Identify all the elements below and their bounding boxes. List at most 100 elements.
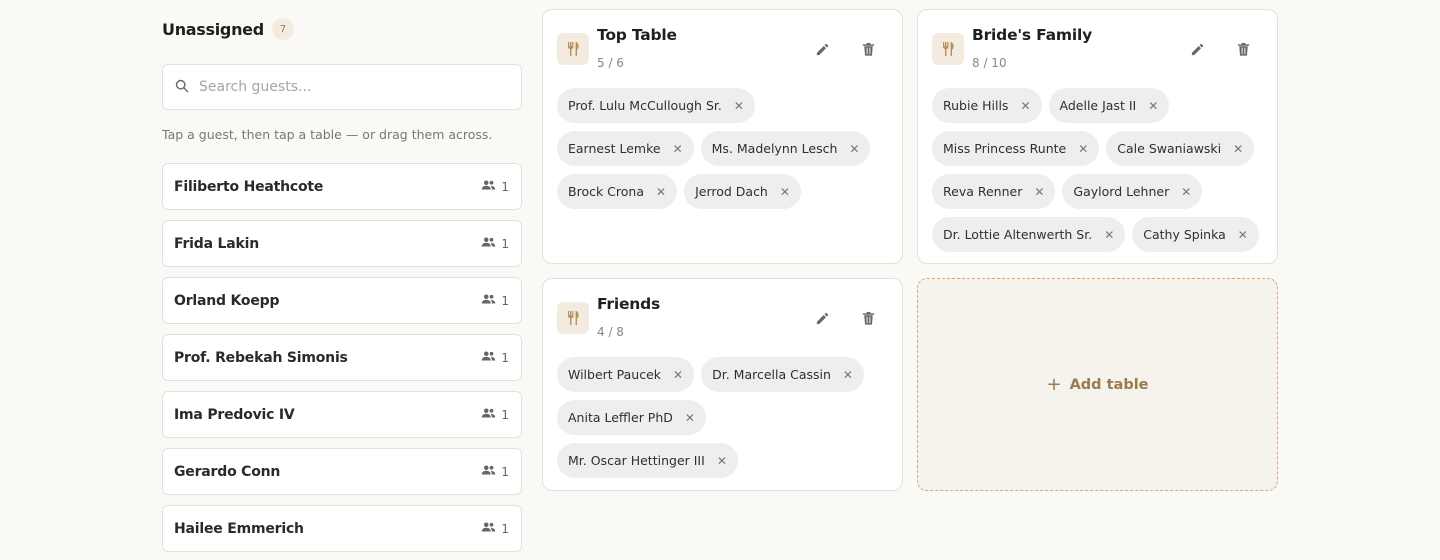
people-icon (481, 236, 496, 251)
party-size: 1 (481, 350, 509, 365)
guest-row[interactable]: Frida Lakin 1 (162, 220, 522, 267)
table-name: Friends (597, 295, 661, 313)
seated-guest-name: Mr. Oscar Hettinger III (568, 453, 705, 468)
seated-guests: Rubie Hills ✕ Adelle Jast II ✕ Miss Princess… (932, 88, 1263, 252)
seated-guest-chip[interactable]: Brock Crona ✕ (557, 174, 678, 209)
close-icon[interactable]: ✕ (673, 369, 683, 381)
close-icon[interactable]: ✕ (1078, 143, 1088, 155)
guest-name: Hailee Emmerich (174, 520, 304, 537)
unassigned-header: Unassigned 7 (162, 18, 294, 40)
table-card-friends[interactable]: Friends 4 / 8 Wilbert Paucek ✕ Dr. Marcella … (542, 278, 903, 491)
seated-guest-chip[interactable]: Dr. Marcella Cassin ✕ (701, 357, 864, 392)
hint-text: Tap a guest, then tap a table — or drag … (162, 127, 493, 142)
close-icon[interactable]: ✕ (1233, 143, 1243, 155)
seated-guest-chip[interactable]: Rubie Hills ✕ (932, 88, 1042, 123)
seated-guest-name: Jerrod Dach (695, 184, 768, 199)
seated-guest-name: Gaylord Lehner (1073, 184, 1170, 199)
trash-icon[interactable] (859, 40, 877, 58)
guest-name: Orland Koepp (174, 292, 280, 309)
close-icon[interactable]: ✕ (849, 143, 859, 155)
table-card-brides-family[interactable]: Bride's Family 8 / 10 Rubie Hills ✕ Adelle J… (917, 9, 1278, 264)
seated-guest-chip[interactable]: Wilbert Paucek ✕ (557, 357, 695, 392)
guest-name: Prof. Rebekah Simonis (174, 349, 348, 366)
close-icon[interactable]: ✕ (1020, 100, 1030, 112)
guest-row[interactable]: Ima Predovic IV 1 (162, 391, 522, 438)
party-count: 1 (501, 464, 509, 479)
close-icon[interactable]: ✕ (685, 412, 695, 424)
guest-row[interactable]: Gerardo Conn 1 (162, 448, 522, 495)
seated-guests: Prof. Lulu McCullough Sr. ✕ Earnest Lemke ✕… (557, 88, 888, 209)
close-icon[interactable]: ✕ (843, 369, 853, 381)
people-icon (481, 293, 496, 308)
seated-guest-chip[interactable]: Cathy Spinka ✕ (1132, 217, 1259, 252)
table-name: Bride's Family (972, 26, 1092, 44)
close-icon[interactable]: ✕ (1148, 100, 1158, 112)
seated-guest-name: Dr. Marcella Cassin (712, 367, 831, 382)
seated-guest-name: Brock Crona (568, 184, 644, 199)
pencil-icon[interactable] (813, 40, 831, 58)
seated-guest-chip[interactable]: Gaylord Lehner ✕ (1062, 174, 1203, 209)
trash-icon[interactable] (1234, 40, 1252, 58)
party-count: 1 (501, 521, 509, 536)
seated-guest-name: Adelle Jast II (1059, 98, 1137, 113)
guest-list: Filiberto Heathcote 1 Frida Lakin 1 Orland K… (162, 163, 522, 560)
seated-guest-name: Reva Renner (943, 184, 1023, 199)
seated-guest-chip[interactable]: Miss Princess Runte ✕ (932, 131, 1100, 166)
party-size: 1 (481, 293, 509, 308)
table-capacity: 5 / 6 (597, 56, 624, 70)
party-size: 1 (481, 464, 509, 479)
guest-row[interactable]: Filiberto Heathcote 1 (162, 163, 522, 210)
guest-name: Ima Predovic IV (174, 406, 295, 423)
close-icon[interactable]: ✕ (734, 100, 744, 112)
seated-guest-chip[interactable]: Ms. Madelynn Lesch ✕ (700, 131, 871, 166)
seated-guest-name: Earnest Lemke (568, 141, 661, 156)
party-count: 1 (501, 407, 509, 422)
people-icon (481, 521, 496, 536)
plus-icon: + (1046, 373, 1062, 395)
guest-name: Frida Lakin (174, 235, 259, 252)
seated-guest-chip[interactable]: Jerrod Dach ✕ (684, 174, 801, 209)
close-icon[interactable]: ✕ (656, 186, 666, 198)
seated-guest-name: Anita Leffler PhD (568, 410, 673, 425)
party-count: 1 (501, 179, 509, 194)
guest-row[interactable]: Prof. Rebekah Simonis 1 (162, 334, 522, 381)
utensils-icon (557, 33, 589, 65)
add-table-button[interactable]: + Add table (917, 278, 1278, 491)
utensils-icon (932, 33, 964, 65)
seated-guest-name: Miss Princess Runte (943, 141, 1067, 156)
close-icon[interactable]: ✕ (1238, 229, 1248, 241)
guest-row[interactable]: Orland Koepp 1 (162, 277, 522, 324)
search-box[interactable] (162, 64, 522, 110)
seated-guest-name: Rubie Hills (943, 98, 1009, 113)
guest-name: Filiberto Heathcote (174, 178, 324, 195)
seated-guest-chip[interactable]: Adelle Jast II ✕ (1048, 88, 1170, 123)
close-icon[interactable]: ✕ (717, 455, 727, 467)
seated-guest-chip[interactable]: Mr. Oscar Hettinger III ✕ (557, 443, 738, 478)
pencil-icon[interactable] (1188, 40, 1206, 58)
close-icon[interactable]: ✕ (673, 143, 683, 155)
seated-guest-chip[interactable]: Cale Swaniawski ✕ (1106, 131, 1255, 166)
table-card-top-table[interactable]: Top Table 5 / 6 Prof. Lulu McCullough Sr. ✕… (542, 9, 903, 264)
seated-guest-chip[interactable]: Earnest Lemke ✕ (557, 131, 694, 166)
pencil-icon[interactable] (813, 309, 831, 327)
people-icon (481, 350, 496, 365)
guest-row[interactable]: Hailee Emmerich 1 (162, 505, 522, 552)
seated-guest-chip[interactable]: Dr. Lottie Altenwerth Sr. ✕ (932, 217, 1126, 252)
close-icon[interactable]: ✕ (780, 186, 790, 198)
guest-name: Gerardo Conn (174, 463, 281, 480)
seated-guest-name: Wilbert Paucek (568, 367, 662, 382)
seated-guest-chip[interactable]: Reva Renner ✕ (932, 174, 1056, 209)
close-icon[interactable]: ✕ (1104, 229, 1114, 241)
close-icon[interactable]: ✕ (1181, 186, 1191, 198)
trash-icon[interactable] (859, 309, 877, 327)
party-size: 1 (481, 236, 509, 251)
seated-guest-name: Cathy Spinka (1143, 227, 1226, 242)
search-input[interactable] (199, 79, 499, 95)
party-count: 1 (501, 293, 509, 308)
seated-guest-chip[interactable]: Anita Leffler PhD ✕ (557, 400, 706, 435)
seated-guest-name: Ms. Madelynn Lesch (711, 141, 838, 156)
people-icon (481, 407, 496, 422)
seated-guest-chip[interactable]: Prof. Lulu McCullough Sr. ✕ (557, 88, 755, 123)
close-icon[interactable]: ✕ (1034, 186, 1044, 198)
party-size: 1 (481, 407, 509, 422)
